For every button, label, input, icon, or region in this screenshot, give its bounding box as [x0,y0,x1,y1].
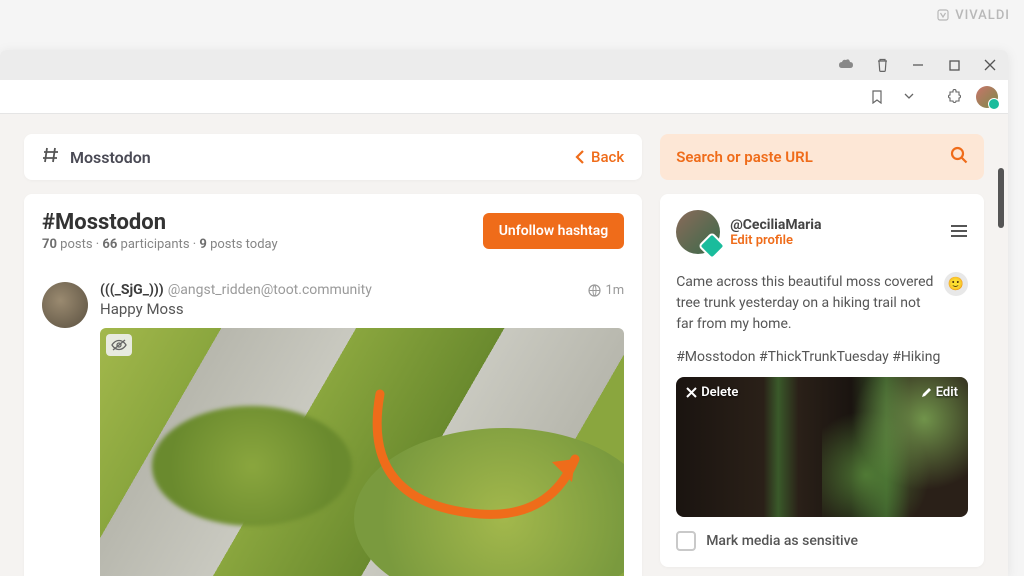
tag-stats: 70 posts · 66 participants · 9 posts tod… [42,237,278,252]
scrollbar-thumb[interactable] [998,168,1004,228]
post-handle[interactable]: @angst_ridden@toot.community [168,282,372,298]
content-area: Mosstodon Back #Mosstodon 70 posts · 66 … [0,114,1008,576]
close-icon[interactable] [980,55,1000,75]
browser-toolbar [0,80,1008,114]
delete-attachment-button[interactable]: Delete [686,385,738,400]
attached-image[interactable]: Delete Edit [676,377,968,517]
bookmark-icon[interactable] [866,86,888,108]
edit-profile-link[interactable]: Edit profile [730,233,821,248]
profile-menu-icon[interactable] [950,223,968,242]
post-display-name[interactable]: (((_SjG_))) [100,282,164,298]
search-bar[interactable]: Search or paste URL [660,134,984,180]
vivaldi-brand: VIVALDI [937,8,1010,23]
post-time: 1m [605,283,624,298]
profile-row: @CeciliaMaria Edit profile [660,194,984,264]
sensitive-checkbox[interactable] [676,531,696,551]
tag-header: #Mosstodon 70 posts · 66 participants · … [24,194,642,268]
unfollow-hashtag-button[interactable]: Unfollow hashtag [483,213,624,249]
maximize-icon[interactable] [944,55,964,75]
search-icon[interactable] [950,146,968,168]
page-title: Mosstodon [70,148,151,167]
chevron-down-icon[interactable] [898,86,920,108]
post: (((_SjG_))) @angst_ridden@toot.community… [24,268,642,576]
hashtag-feed-card: #Mosstodon 70 posts · 66 participants · … [24,194,642,576]
compose-text[interactable]: Came across this beautiful moss covered … [676,272,968,335]
post-body: Happy Moss [100,300,624,318]
profile-username[interactable]: @CeciliaMaria [730,217,821,233]
emoji-picker-icon[interactable]: 🙂 [944,272,968,296]
hide-media-icon[interactable] [106,334,132,356]
compose-card: @CeciliaMaria Edit profile 🙂 Came across… [660,194,984,567]
toolbar-avatar[interactable] [976,86,998,108]
compose-area[interactable]: 🙂 Came across this beautiful moss covere… [660,264,984,567]
extensions-icon[interactable] [944,86,966,108]
minimize-icon[interactable] [908,55,928,75]
tag-title: #Mosstodon [42,210,278,235]
globe-icon [588,284,601,297]
hash-icon [42,146,60,168]
app-window: Mosstodon Back #Mosstodon 70 posts · 66 … [0,50,1008,576]
profile-avatar[interactable] [676,210,720,254]
edit-attachment-button[interactable]: Edit [921,385,958,400]
window-titlebar [0,50,1008,80]
back-label: Back [591,148,624,166]
sensitive-toggle-row[interactable]: Mark media as sensitive [676,531,968,551]
search-placeholder: Search or paste URL [676,148,950,166]
compose-hashtags[interactable]: #Mosstodon #ThickTrunkTuesday #Hiking [676,349,968,365]
hashtag-header-card: Mosstodon Back [24,134,642,180]
post-image[interactable] [100,328,624,576]
trash-icon[interactable] [872,55,892,75]
back-button[interactable]: Back [575,148,624,166]
post-meta: 1m [588,283,624,298]
post-avatar[interactable] [42,282,88,328]
sensitive-label: Mark media as sensitive [706,533,858,549]
cloud-icon[interactable] [836,55,856,75]
